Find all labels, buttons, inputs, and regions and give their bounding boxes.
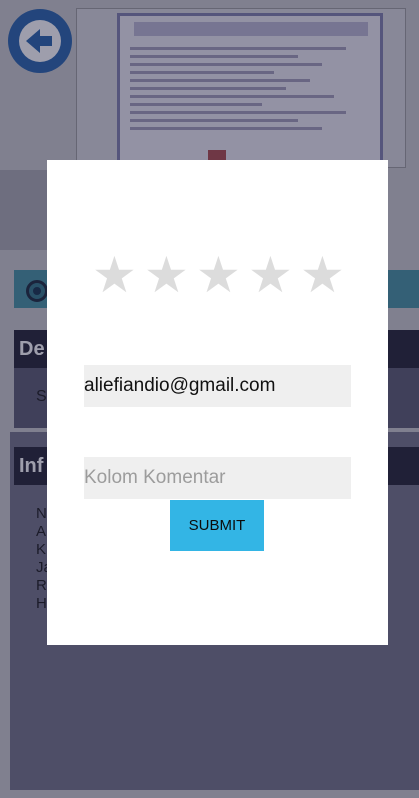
email-field-container [84, 365, 351, 407]
star-icon[interactable]: ★ [196, 250, 241, 300]
star-icon[interactable]: ★ [300, 250, 345, 300]
comment-field-container [84, 457, 351, 499]
star-icon[interactable]: ★ [92, 250, 137, 300]
submit-button[interactable]: SUBMIT [170, 500, 264, 551]
star-rating[interactable]: ★ ★ ★ ★ ★ [92, 250, 345, 300]
email-field[interactable] [84, 365, 351, 407]
star-icon[interactable]: ★ [248, 250, 293, 300]
rating-dialog: ★ ★ ★ ★ ★ SUBMIT [47, 160, 388, 645]
comment-input[interactable] [84, 457, 351, 499]
star-icon[interactable]: ★ [144, 250, 189, 300]
